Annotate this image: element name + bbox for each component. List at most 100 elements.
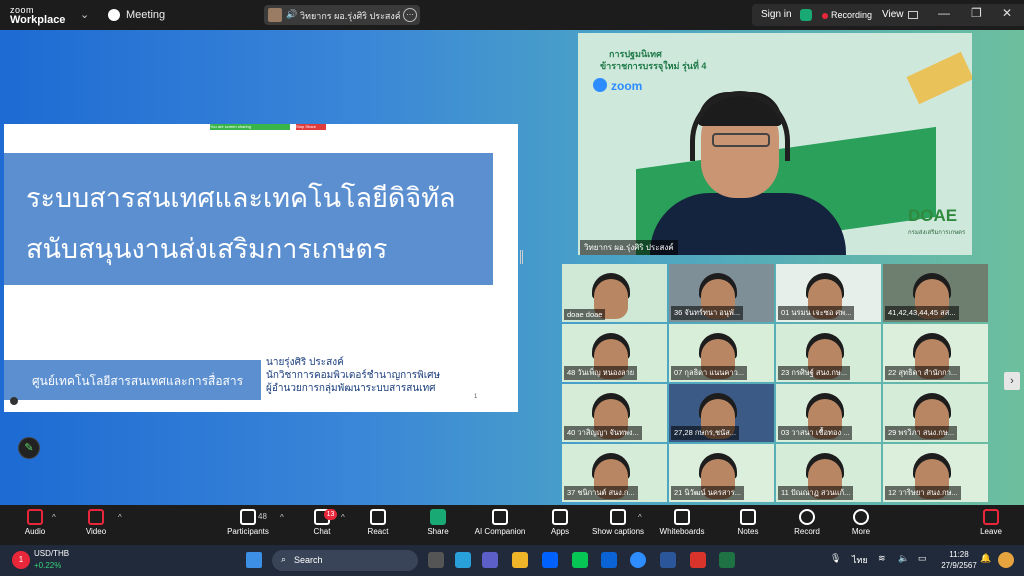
participants-button[interactable]: Participants xyxy=(218,509,278,536)
participant-tile[interactable]: 29 พรวิภา สนง.กษ... xyxy=(883,384,988,442)
clock[interactable]: 11:28 27/9/2567 xyxy=(938,549,980,571)
pencil-graphic xyxy=(906,51,972,105)
speaker-name-label: วิทยากร ผอ.รุ่งศิริ ประสงค์ xyxy=(580,240,678,255)
video-options-caret[interactable]: ^ xyxy=(118,513,122,522)
line-icon[interactable] xyxy=(572,552,588,568)
whiteboards-label: Whiteboards xyxy=(659,527,705,536)
participant-tile[interactable]: 23 กรศิษฐ์ สนง.กษ... xyxy=(776,324,881,382)
task-view-icon[interactable] xyxy=(428,552,444,568)
sharing-indicator: You are screen sharing xyxy=(210,124,290,130)
windows-start-icon[interactable] xyxy=(246,552,262,568)
participant-tile[interactable]: 27,28 กษกร,ชนัส... xyxy=(669,384,774,442)
whiteboard-icon xyxy=(674,509,690,525)
participant-name: 36 จันทร์ทนา อนุพั... xyxy=(671,306,744,320)
dropbox-icon[interactable] xyxy=(542,552,558,568)
captions-caret[interactable]: ^ xyxy=(638,513,642,522)
word-icon[interactable] xyxy=(660,552,676,568)
chevron-right-icon[interactable]: › xyxy=(1004,372,1020,390)
recording-status[interactable]: Recording xyxy=(831,10,872,20)
participant-name: 41,42,43,44,45 สส... xyxy=(885,306,959,320)
wifi-icon[interactable]: ≋ xyxy=(878,553,886,564)
participant-tile[interactable]: 03 วาสนา เชื้อทอง ... xyxy=(776,384,881,442)
chat-caret[interactable]: ^ xyxy=(341,513,345,522)
ai-companion-button[interactable]: AI Companion xyxy=(470,509,530,536)
apps-button[interactable]: Apps xyxy=(530,509,590,536)
participant-tile[interactable]: 41,42,43,44,45 สส... xyxy=(883,264,988,322)
restore-icon[interactable]: ❐ xyxy=(971,6,982,20)
taskbar-search[interactable]: ⌕ Search xyxy=(272,550,418,571)
share-screen-icon xyxy=(430,509,446,525)
participant-tile[interactable]: 07 กุลธิดา แนนคาว... xyxy=(669,324,774,382)
participant-tile[interactable]: 11 ปัณณาฏ สวนแก้... xyxy=(776,444,881,502)
recording-dot-icon xyxy=(822,13,828,19)
participant-tile[interactable]: 21 นิวัฒน์ นครสาร... xyxy=(669,444,774,502)
battery-icon[interactable]: ▭ xyxy=(918,553,927,564)
meeting-label[interactable]: Meeting xyxy=(126,9,165,21)
shield-icon[interactable] xyxy=(800,9,812,21)
slide-title-line-1: ระบบสารสนเทศและเทคโนโลยีดิจิทัล xyxy=(26,183,456,214)
edge-icon[interactable] xyxy=(455,552,471,568)
more-options-icon[interactable]: ··· xyxy=(403,8,417,22)
participant-tile[interactable]: 12 วาริษยา สนง.กษ... xyxy=(883,444,988,502)
active-share-pill[interactable]: 🔊 วิทยากร ผอ.รุ่งศิริ ประสงค์'s scre ··· xyxy=(264,5,420,25)
sign-in-button[interactable]: Sign in xyxy=(761,9,792,20)
zoom-app-icon[interactable] xyxy=(630,552,646,568)
grid-view-icon[interactable] xyxy=(908,11,918,19)
more-icon xyxy=(853,509,869,525)
chevron-down-icon[interactable]: ⌄ xyxy=(80,8,89,21)
participant-name: 40 วาสิญญา จันทพง... xyxy=(564,426,642,440)
heart-icon xyxy=(370,509,386,525)
participants-label: Participants xyxy=(227,527,269,536)
participant-tile[interactable]: 01 นรมน เจะซอ ศพ... xyxy=(776,264,881,322)
participant-name: 27,28 กษกร,ชนัส... xyxy=(671,426,740,440)
view-button[interactable]: View xyxy=(882,9,904,20)
clock-date: 27/9/2567 xyxy=(941,561,977,570)
file-explorer-icon[interactable] xyxy=(512,552,528,568)
excel-icon[interactable] xyxy=(719,552,735,568)
split-divider-handle[interactable] xyxy=(520,250,523,264)
acrobat-icon[interactable] xyxy=(690,552,706,568)
minimize-icon[interactable]: — xyxy=(938,6,950,20)
audio-options-caret[interactable]: ^ xyxy=(52,513,56,522)
slide-unit-label: ศูนย์เทคโนโลยีสารสนเทศและการสื่อสาร xyxy=(4,360,261,400)
close-icon[interactable]: ✕ xyxy=(1002,6,1012,20)
share-button[interactable]: Share xyxy=(408,509,468,536)
volume-icon[interactable]: 🔈 xyxy=(898,553,909,564)
language-indicator[interactable]: ไทย xyxy=(852,553,868,567)
slide-nav-dot[interactable] xyxy=(10,397,18,405)
currency-widget[interactable]: USD/THB xyxy=(34,549,69,558)
audio-label: Audio xyxy=(24,527,46,536)
participant-tile[interactable]: doae doae xyxy=(562,264,667,322)
audio-button[interactable]: Audio xyxy=(5,509,65,536)
participants-caret[interactable]: ^ xyxy=(280,513,284,522)
outlook-icon[interactable] xyxy=(601,552,617,568)
participant-tile[interactable]: 22 สุทธิดา สำนักกา... xyxy=(883,324,988,382)
mic-tray-icon[interactable]: 🎙 xyxy=(830,553,841,564)
leave-button[interactable]: Leave xyxy=(961,509,1021,536)
notification-bell-icon[interactable]: 🔔 xyxy=(980,553,991,564)
react-button[interactable]: React xyxy=(348,509,408,536)
video-button[interactable]: Video xyxy=(66,509,126,536)
annotate-pen-icon[interactable]: ✎ xyxy=(18,437,40,459)
participant-tile[interactable]: 48 วันเพ็ญ หนองลาย xyxy=(562,324,667,382)
participant-tile[interactable]: 37 ชนิกานต์ สนง.ก... xyxy=(562,444,667,502)
participant-tile[interactable]: 36 จันทร์ทนา อนุพั... xyxy=(669,264,774,322)
participant-name: 21 นิวัฒน์ นครสาร... xyxy=(671,486,744,500)
teams-icon[interactable] xyxy=(482,552,498,568)
copilot-icon[interactable] xyxy=(998,552,1014,568)
stock-alert-badge[interactable]: 1 xyxy=(12,551,30,569)
stop-share-button[interactable]: Stop Share xyxy=(296,124,326,130)
whiteboards-button[interactable]: Whiteboards xyxy=(652,509,712,536)
zoom-camera-icon xyxy=(593,78,607,92)
record-button[interactable]: Record xyxy=(777,509,837,536)
video-off-icon xyxy=(88,509,104,525)
status-area: Sign in Recording View xyxy=(752,4,1024,26)
more-button[interactable]: More xyxy=(831,509,891,536)
currency-change: +0.22% xyxy=(34,561,62,570)
apps-label: Apps xyxy=(550,527,570,536)
participant-tile[interactable]: 40 วาสิญญา จันทพง... xyxy=(562,384,667,442)
active-speaker-video[interactable]: การปฐมนิเทศ ข้าราชการบรรจุใหม่ รุ่นที่ 4… xyxy=(578,33,972,255)
more-label: More xyxy=(851,527,871,536)
speaker-icon: 🔊 xyxy=(286,9,298,19)
notes-button[interactable]: Notes xyxy=(718,509,778,536)
